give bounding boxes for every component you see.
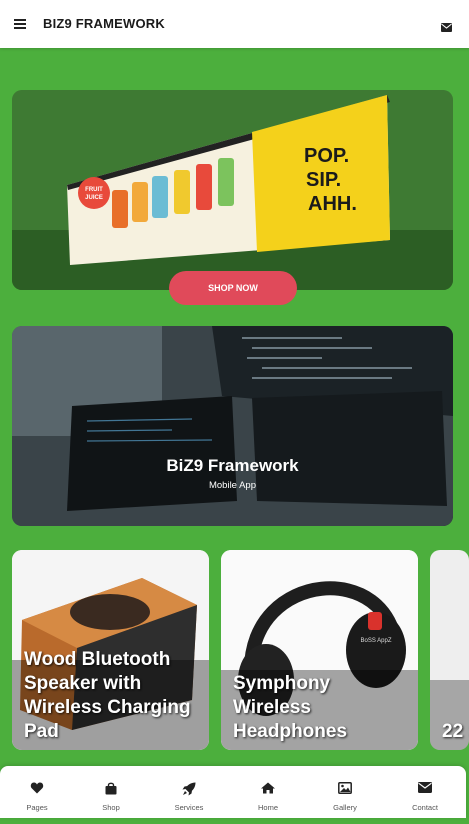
mail-button[interactable] xyxy=(441,19,452,37)
product-title: Wood Bluetooth Speaker with Wireless Cha… xyxy=(24,649,191,742)
billboard-text: SIP. xyxy=(306,169,341,191)
nav-label: Contact xyxy=(412,803,438,812)
bars-icon xyxy=(14,19,26,21)
image-icon xyxy=(338,782,352,794)
nav-item-shop[interactable]: Shop xyxy=(81,766,141,818)
bottom-navigation: Pages Shop Services Home Gallery Contact xyxy=(0,766,466,818)
nav-label: Home xyxy=(257,803,278,812)
home-icon xyxy=(261,782,275,794)
nav-label: Shop xyxy=(102,803,120,812)
promo-banner[interactable]: FRUIT JUICE POP. SIP. AHH. xyxy=(12,90,453,290)
shop-now-button[interactable]: SHOP NOW xyxy=(169,271,297,305)
nav-item-home[interactable]: Home xyxy=(238,766,298,818)
nav-item-contact[interactable]: Contact xyxy=(395,766,455,818)
billboard-text: AHH. xyxy=(308,193,357,215)
billboard-image: FRUIT JUICE POP. SIP. AHH. xyxy=(12,90,453,290)
shopping-bag-icon xyxy=(105,782,117,795)
nav-label: Pages xyxy=(26,803,48,812)
nav-label: Gallery xyxy=(333,803,357,812)
app-header: BIZ9 FRAMEWORK xyxy=(0,0,469,48)
banner-subtitle: Mobile App xyxy=(208,480,256,491)
product-card[interactable]: BoSS AppZ Symphony Wireless Headphones xyxy=(221,550,418,750)
product-title: 22 Sp xyxy=(442,721,469,742)
nav-item-services[interactable]: Services xyxy=(159,766,219,818)
product-card[interactable]: 22 Sp xyxy=(430,550,469,750)
headphones-logo-text: BoSS AppZ xyxy=(360,638,391,644)
product-card[interactable]: Wood Bluetooth Speaker with Wireless Cha… xyxy=(12,550,209,750)
envelope-icon xyxy=(418,782,432,793)
nav-item-pages[interactable]: Pages xyxy=(7,766,67,818)
rocket-icon xyxy=(182,782,196,796)
envelope-icon xyxy=(441,23,452,32)
menu-button[interactable] xyxy=(14,17,26,31)
nav-item-gallery[interactable]: Gallery xyxy=(315,766,375,818)
framework-banner[interactable]: BiZ9 Framework Mobile App xyxy=(12,326,453,526)
banner-title: BiZ9 Framework xyxy=(166,456,299,475)
product-title: Symphony Wireless Headphones xyxy=(233,673,348,742)
heart-icon xyxy=(30,782,44,794)
nav-label: Services xyxy=(174,803,204,812)
app-title: BIZ9 FRAMEWORK xyxy=(43,16,165,31)
brand-logo-text: FRUIT xyxy=(85,187,103,193)
laptop-image xyxy=(12,326,453,526)
brand-logo-text: JUICE xyxy=(85,195,103,201)
billboard-text: POP. xyxy=(304,145,349,167)
